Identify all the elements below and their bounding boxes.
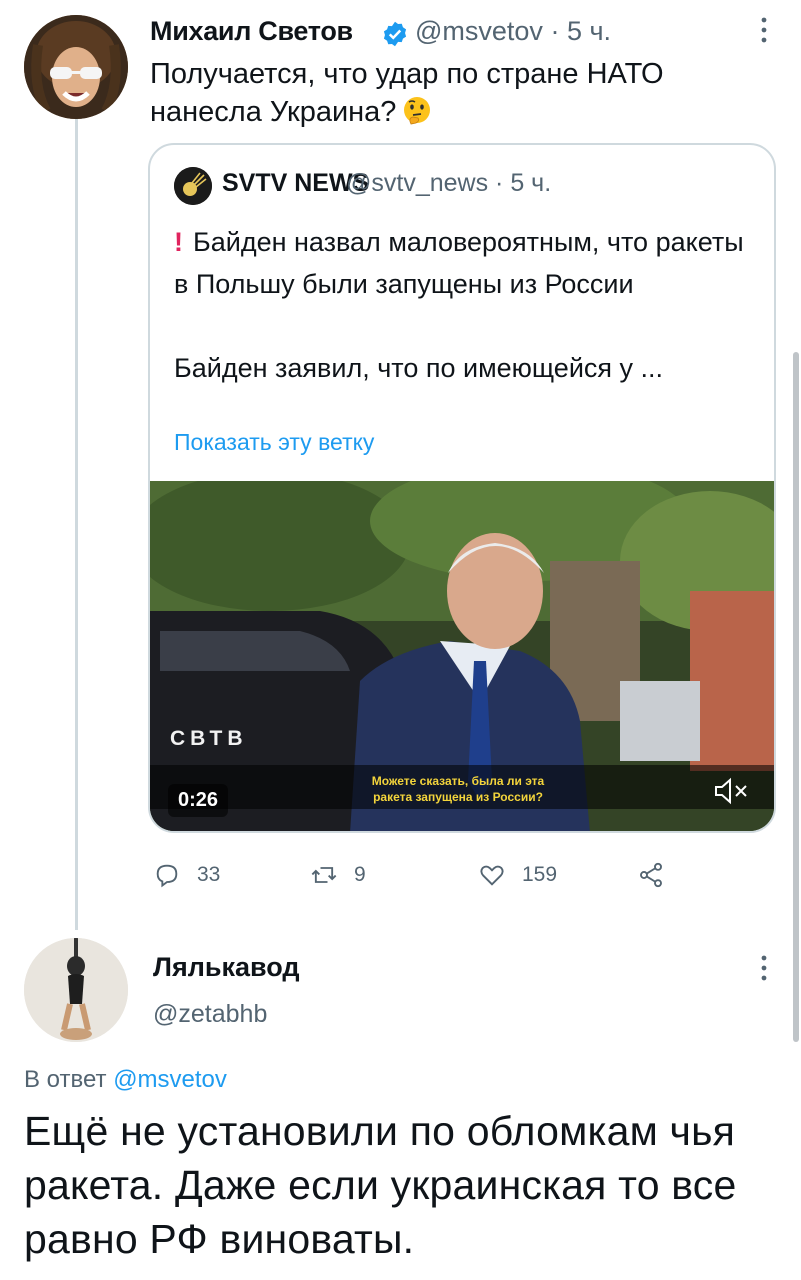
retweet-icon: [311, 867, 337, 883]
quote-handle-time[interactable]: @svtv_news · 5 ч.: [346, 169, 551, 198]
show-thread-link[interactable]: Показать эту ветку: [174, 429, 374, 456]
more-options-icon[interactable]: [752, 948, 776, 988]
scrollbar[interactable]: [793, 352, 799, 1042]
avatar[interactable]: [24, 15, 128, 119]
heart-icon: [480, 865, 504, 886]
like-count: 159: [522, 863, 558, 886]
share-icon: [640, 862, 662, 888]
quote-text-line-2: Байден заявил, что по имеющейся у ...: [174, 353, 664, 383]
exclamation-icon: !: [174, 227, 183, 257]
author-name[interactable]: Лялькавод: [153, 952, 300, 983]
author-name[interactable]: Михаил Светов: [150, 16, 353, 47]
reply-prefix: В ответ: [24, 1066, 107, 1093]
author-handle[interactable]: @msvetov: [415, 16, 543, 46]
video-duration: 0:26: [168, 784, 229, 817]
reply-count: 33: [197, 863, 221, 886]
avatar-photo: [24, 938, 128, 1042]
share-button[interactable]: [637, 858, 665, 892]
tweet-text: Получается, что удар по стране НАТО нане…: [150, 55, 750, 131]
quote-text: ! Байден назвал маловероятным, что ракеты…: [174, 221, 754, 389]
avatar-photo: [24, 15, 128, 119]
more-options-icon[interactable]: [752, 10, 776, 50]
quote-time[interactable]: · 5 ч.: [495, 169, 551, 197]
verified-badge-icon: [383, 21, 407, 47]
satellite-icon: [174, 167, 212, 205]
quote-avatar[interactable]: [174, 167, 212, 205]
mute-icon[interactable]: [712, 776, 752, 806]
video-player[interactable]: СВТВ Можете сказать, была ли эта ракета …: [150, 481, 774, 831]
reply-handle-link[interactable]: @msvetov: [113, 1066, 227, 1093]
channel-logo: СВТВ: [170, 727, 248, 750]
author-handle-time[interactable]: @msvetov · 5 ч.: [415, 16, 611, 47]
quote-text-line-1: Байден назвал маловероятным, что ракеты …: [174, 227, 744, 299]
quote-author-handle[interactable]: @svtv_news: [346, 169, 488, 197]
reply-context: В ответ @msvetov: [24, 1066, 227, 1094]
tweet-text: Ещё не установили по обломкам чья ракета…: [24, 1108, 737, 1262]
reply-button[interactable]: 33: [153, 858, 220, 892]
tweet-time[interactable]: · 5 ч.: [550, 16, 611, 46]
avatar[interactable]: [24, 938, 128, 1042]
thinking-face-icon: [404, 97, 431, 125]
thread-connector-line: [75, 118, 78, 930]
video-subtitle: Можете сказать, была ли эта ракета запущ…: [300, 773, 616, 805]
like-button[interactable]: 159: [478, 858, 557, 892]
quoted-tweet-card[interactable]: SVTV NEWS @svtv_news · 5 ч. ! Байден назв…: [148, 143, 776, 833]
retweet-button[interactable]: 9: [310, 858, 366, 892]
retweet-count: 9: [354, 863, 366, 886]
author-handle[interactable]: @zetabhb: [153, 1000, 267, 1029]
video-subtitle-line-1: Можете сказать, была ли эта: [371, 774, 545, 788]
video-subtitle-line-2: ракета запущена из России?: [373, 790, 543, 804]
reply-icon: [156, 864, 178, 888]
